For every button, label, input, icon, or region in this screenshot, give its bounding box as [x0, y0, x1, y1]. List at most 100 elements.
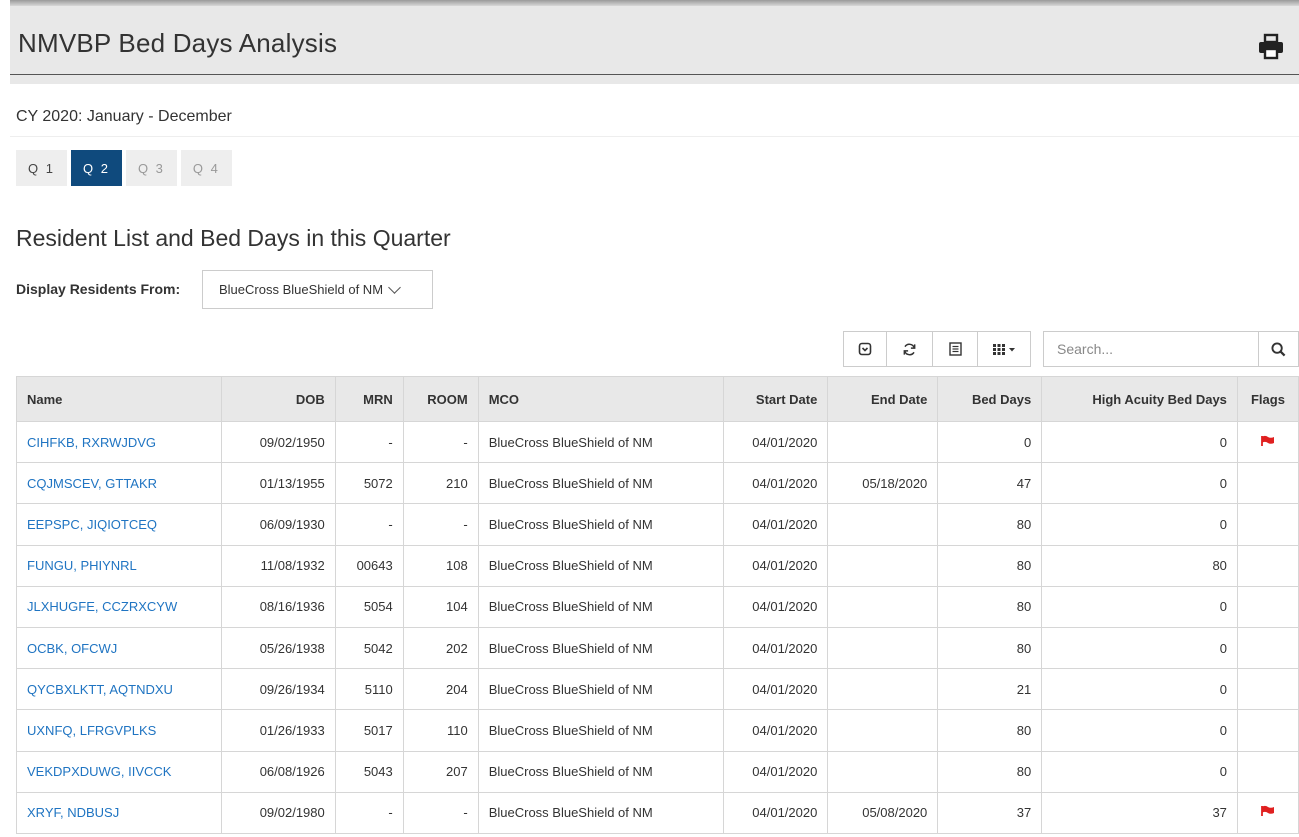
- col-header-end-date[interactable]: End Date: [827, 376, 939, 422]
- cell-dob: 01/26/1933: [220, 709, 336, 752]
- cell-flags: [1236, 709, 1299, 752]
- cell-start-date: 04/01/2020: [723, 791, 829, 834]
- toggle-button[interactable]: [843, 331, 887, 367]
- cell-end-date: [827, 709, 939, 752]
- cell-dob: 11/08/1932: [220, 544, 336, 587]
- cell-flags: [1236, 420, 1299, 464]
- resident-name-link[interactable]: CIHFKB, RXRWJDVG: [27, 435, 156, 450]
- cell-flags: [1236, 750, 1299, 793]
- cell-start-date: 04/01/2020: [723, 585, 829, 628]
- cell-flags: [1236, 544, 1299, 587]
- col-header-bed-days[interactable]: Bed Days: [937, 376, 1043, 422]
- cell-room: 210: [402, 462, 479, 505]
- tab-q1[interactable]: Q 1: [16, 150, 67, 186]
- table-row: VEKDPXDUWG, IIVCCK 06/08/1926 5043 207 BlueC…: [16, 750, 1299, 793]
- resident-name-link[interactable]: VEKDPXDUWG, IIVCCK: [27, 764, 171, 779]
- table-row: EEPSPC, JIQIOTCEQ 06/09/1930- - BlueCross B…: [16, 503, 1299, 546]
- list-view-button[interactable]: [932, 331, 978, 367]
- cell-flags: [1236, 668, 1299, 711]
- cell-end-date: [827, 750, 939, 793]
- cell-start-date: 04/01/2020: [723, 626, 829, 670]
- resident-name-link[interactable]: CQJMSCEV, GTTAKR: [27, 476, 157, 491]
- search-input[interactable]: [1044, 332, 1258, 366]
- cell-end-date: [827, 503, 939, 546]
- cell-high-acuity: 0: [1041, 668, 1238, 711]
- cell-mrn: -: [334, 420, 404, 464]
- cell-name: JLXHUGFE, CCZRXCYW: [16, 585, 222, 628]
- mco-select[interactable]: BlueCross BlueShield of NM: [202, 270, 433, 309]
- col-header-flags[interactable]: Flags: [1236, 376, 1299, 422]
- tab-q4[interactable]: Q 4: [180, 150, 232, 186]
- col-header-dob[interactable]: DOB: [220, 376, 336, 422]
- table-row: CIHFKB, RXRWJDVG 09/02/1950- - BlueCross Bl…: [16, 420, 1299, 464]
- cell-room: 204: [402, 668, 479, 711]
- col-header-room[interactable]: ROOM: [402, 376, 479, 422]
- cell-mco: BlueCross BlueShield of NM: [477, 544, 725, 587]
- resident-name-link[interactable]: UXNFQ, LFRGVPLKS: [27, 723, 156, 738]
- cell-dob: 09/26/1934: [220, 668, 336, 711]
- cell-mrn: 5110: [334, 668, 404, 711]
- cell-room: 108: [402, 544, 479, 587]
- resident-name-link[interactable]: QYCBXLKTT, AQTNDXU: [27, 682, 173, 697]
- cell-mrn: 5042: [334, 626, 404, 670]
- cell-dob: 06/09/1930: [220, 503, 336, 546]
- search-button[interactable]: [1258, 332, 1298, 366]
- cell-mrn: 5054: [334, 585, 404, 628]
- cell-mrn: 5017: [334, 709, 404, 752]
- cell-start-date: 04/01/2020: [723, 462, 829, 505]
- flag-icon[interactable]: [1261, 435, 1275, 450]
- header-divider: [10, 74, 1299, 75]
- col-header-name[interactable]: Name: [16, 376, 222, 422]
- cell-mrn: 5043: [334, 750, 404, 793]
- cell-bed-days: 21: [937, 668, 1043, 711]
- table-row: UXNFQ, LFRGVPLKS 01/26/1933 5017 110 BlueCro…: [16, 709, 1299, 752]
- cell-start-date: 04/01/2020: [723, 420, 829, 464]
- cell-end-date: [827, 544, 939, 587]
- resident-name-link[interactable]: FUNGU, PHIYNRL: [27, 558, 137, 573]
- flag-icon[interactable]: [1261, 805, 1275, 820]
- cell-bed-days: 80: [937, 585, 1043, 628]
- col-header-mco[interactable]: MCO: [477, 376, 725, 422]
- refresh-button[interactable]: [886, 331, 933, 367]
- columns-button[interactable]: [977, 331, 1031, 367]
- col-header-mrn[interactable]: MRN: [334, 376, 404, 422]
- cell-flags: [1236, 585, 1299, 628]
- col-header-start-date[interactable]: Start Date: [723, 376, 829, 422]
- cell-dob: 06/08/1926: [220, 750, 336, 793]
- tab-q2[interactable]: Q 2: [70, 150, 122, 186]
- cell-bed-days: 80: [937, 709, 1043, 752]
- col-header-high-acuity[interactable]: High Acuity Bed Days: [1041, 376, 1238, 422]
- cell-mco: BlueCross BlueShield of NM: [477, 668, 725, 711]
- cell-room: -: [402, 503, 479, 546]
- resident-name-link[interactable]: XRYF, NDBUSJ: [27, 805, 119, 820]
- section-title: Resident List and Bed Days in this Quart…: [16, 225, 451, 251]
- cell-room: 202: [402, 626, 479, 670]
- table-row: CQJMSCEV, GTTAKR 01/13/1955 5072 210 BlueCro…: [16, 462, 1299, 505]
- cell-high-acuity: 0: [1041, 503, 1238, 546]
- resident-name-link[interactable]: EEPSPC, JIQIOTCEQ: [27, 517, 157, 532]
- cell-room: -: [402, 791, 479, 834]
- print-icon[interactable]: [1257, 32, 1285, 60]
- quarter-tabs: Q 1 Q 2 Q 3 Q 4: [16, 150, 232, 186]
- cell-name: OCBK, OFCWJ: [16, 626, 222, 670]
- cell-mrn: -: [334, 503, 404, 546]
- cell-name: CIHFKB, RXRWJDVG: [16, 420, 222, 464]
- cell-name: EEPSPC, JIQIOTCEQ: [16, 503, 222, 546]
- period-label: CY 2020: January - December: [16, 108, 232, 125]
- cell-mrn: 00643: [334, 544, 404, 587]
- cell-name: VEKDPXDUWG, IIVCCK: [16, 750, 222, 793]
- cell-dob: 01/13/1955: [220, 462, 336, 505]
- resident-name-link[interactable]: OCBK, OFCWJ: [27, 641, 117, 656]
- resident-name-link[interactable]: JLXHUGFE, CCZRXCYW: [27, 599, 177, 614]
- cell-dob: 09/02/1950: [220, 420, 336, 464]
- period-divider: [10, 136, 1299, 137]
- search-box: [1043, 331, 1299, 367]
- table-row: JLXHUGFE, CCZRXCYW 08/16/1936 5054 104 BlueC…: [16, 585, 1299, 628]
- resident-table: Name DOB MRN ROOM MCO Start Date End Dat…: [16, 376, 1299, 834]
- cell-high-acuity: 0: [1041, 709, 1238, 752]
- cell-start-date: 04/01/2020: [723, 668, 829, 711]
- cell-high-acuity: 37: [1041, 791, 1238, 834]
- cell-end-date: 05/08/2020: [827, 791, 939, 834]
- chevron-down-icon: [388, 280, 401, 294]
- tab-q3[interactable]: Q 3: [125, 150, 177, 186]
